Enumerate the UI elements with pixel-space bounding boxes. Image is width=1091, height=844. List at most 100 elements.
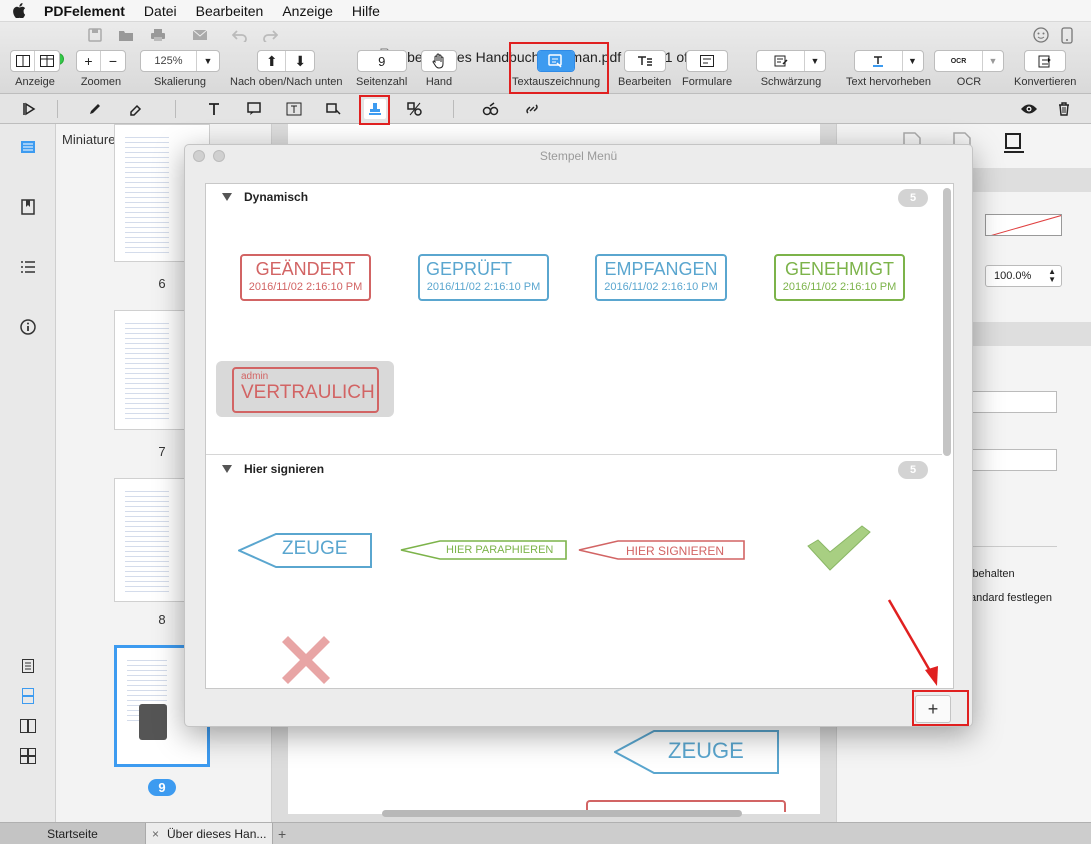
stamp-zeuge[interactable]: ZEUGE [238,533,372,568]
stamp-menu-dialog: Stempel Menü Dynamisch 5 GEÄNDERT 2016/1… [184,144,973,727]
undo-icon[interactable] [231,28,248,45]
ocr-group: OCR ▼ OCR [934,50,1004,88]
link-icon[interactable] [521,99,543,119]
divider [175,100,176,118]
stamp-vertraulich[interactable]: admin VERTRAULICH [232,367,379,413]
opacity-stepper[interactable]: 100.0% ▲ ▼ [985,265,1062,287]
edit-text-icon[interactable] [625,51,665,71]
menu-bar: PDFelement Datei Bearbeiten Anzeige Hilf… [0,0,1091,22]
highlight-group: ▼ Text hervorheben [846,50,931,88]
single-page-icon[interactable] [18,656,38,676]
zoom-out-button[interactable]: − [101,51,125,71]
menu-anzeige[interactable]: Anzeige [282,3,333,19]
redaction-group: ▼ Schwärzung [756,50,826,88]
markup-toolbar [0,94,1091,124]
smiley-icon[interactable] [1033,27,1049,46]
chevron-down-icon[interactable]: ▼ [805,51,825,71]
input-field[interactable] [967,449,1057,471]
zoom-in-button[interactable]: + [77,51,101,71]
stamp-checkmark-icon[interactable] [806,524,872,572]
forms-icon[interactable] [687,51,727,71]
section-dynamic[interactable]: Dynamisch [222,190,308,204]
highlight-text-icon[interactable] [855,51,903,71]
chevron-down-icon[interactable]: ▼ [983,51,1003,71]
tab-document[interactable]: × Über dieses Han... [145,823,273,844]
single-page-view-button[interactable] [11,51,35,71]
text-tool-icon[interactable] [203,99,225,119]
input-field[interactable] [967,391,1057,413]
info-icon[interactable] [18,317,38,337]
page-number-input[interactable]: 9 [356,50,407,72]
color-swatch-none[interactable] [985,214,1062,236]
mobile-icon[interactable] [1061,27,1073,47]
stamp-geprueft[interactable]: GEPRÜFT 2016/11/02 2:16:10 PM [418,254,549,301]
page-number-label: Seitenzahl [356,76,408,88]
trash-icon[interactable] [1053,99,1075,119]
triangle-down-icon[interactable] [222,193,232,201]
hand-label: Hand [425,76,453,88]
menu-hilfe[interactable]: Hilfe [352,3,380,19]
ocr-label: OCR [956,76,982,88]
vertical-scrollbar[interactable] [943,188,951,456]
two-page-icon[interactable] [18,716,38,736]
redaction-icon[interactable] [757,51,805,71]
convert-icon[interactable] [1025,51,1065,71]
divider [453,100,454,118]
menu-app[interactable]: PDFelement [44,3,125,19]
highlight-label: Text hervorheben [846,76,931,88]
apple-icon[interactable] [12,3,26,18]
pencil-icon[interactable] [84,99,106,119]
stepper-arrows-icon[interactable]: ▲ ▼ [1048,268,1056,284]
arrow-up-icon[interactable]: ⬆ [258,51,287,71]
triangle-down-icon[interactable] [222,465,232,473]
highlight-box [912,690,969,726]
new-tab-button[interactable]: + [278,823,292,844]
crop-icon[interactable] [1003,132,1025,157]
redo-icon[interactable] [262,28,279,45]
dialog-title: Stempel Menü [539,149,618,163]
forms-group: Formulare [682,50,732,88]
thumbnails-icon[interactable] [18,137,38,157]
hand-icon[interactable] [422,51,456,71]
option-text[interactable]: ibehalten [970,568,1015,580]
eye-icon[interactable] [1018,99,1040,119]
menu-bearbeiten[interactable]: Bearbeiten [196,3,264,19]
chevron-down-icon[interactable]: ▼ [197,51,219,71]
select-cursor-icon[interactable] [18,99,40,119]
note-icon[interactable] [243,99,265,119]
document-tabs: Startseite × Über dieses Han... + [0,822,1091,844]
scale-value[interactable]: 125% [141,51,197,71]
stamp-cross-icon[interactable] [282,636,330,684]
save-icon[interactable] [88,28,102,45]
list-icon[interactable] [18,257,38,277]
arrow-down-icon[interactable]: ⬇ [286,51,314,71]
hand-group: Hand [421,50,457,88]
page-nav-group: ⬆ ⬇ Nach oben/Nach unten [230,50,343,88]
ocr-icon[interactable]: OCR [935,51,983,71]
textbox-icon[interactable] [283,99,305,119]
grid-page-icon[interactable] [18,746,38,766]
stamp-genehmigt[interactable]: GENEHMIGT 2016/11/02 2:16:10 PM [774,254,905,301]
stamp-empfangen[interactable]: EMPFANGEN 2016/11/02 2:16:10 PM [595,254,727,301]
section-sign-here[interactable]: Hier signieren [222,462,324,476]
mail-icon[interactable] [192,29,208,44]
horizontal-scrollbar[interactable] [382,810,742,817]
two-page-view-button[interactable] [35,51,59,71]
print-icon[interactable] [150,28,166,45]
tab-home[interactable]: Startseite [0,823,145,844]
chevron-down-icon[interactable]: ▼ [903,51,923,71]
close-tab-icon[interactable]: × [152,827,159,841]
stamp-hier-signieren[interactable]: HIER SIGNIEREN [578,540,746,560]
stamp-geaendert[interactable]: GEÄNDERT 2016/11/02 2:16:10 PM [240,254,371,301]
menu-datei[interactable]: Datei [144,3,177,19]
open-folder-icon[interactable] [118,28,134,45]
bookmark-icon[interactable] [18,197,38,217]
stamp-hier-paraphieren[interactable]: HIER PARAPHIEREN [400,540,568,560]
section-divider [206,454,942,455]
continuous-page-icon[interactable] [18,686,38,706]
shapes-icon[interactable] [404,99,426,119]
callout-icon[interactable] [323,99,345,119]
option-text[interactable]: andard festlegen [970,592,1052,604]
eraser-icon[interactable] [124,99,146,119]
attach-link-icon[interactable] [480,99,502,119]
